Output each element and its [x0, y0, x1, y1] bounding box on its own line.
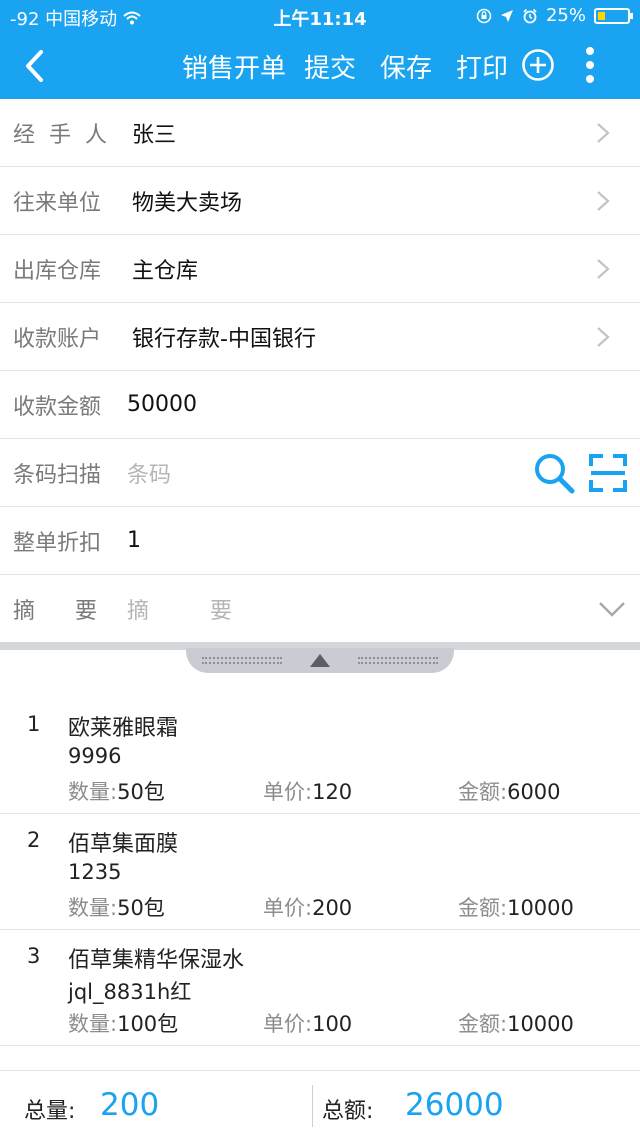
warehouse-value: 主仓库: [132, 258, 199, 284]
back-arrow-icon: [26, 50, 43, 82]
barcode-row: 条码扫描 条码: [0, 439, 640, 507]
total-amount-value: 26000: [405, 1087, 504, 1123]
summary-row[interactable]: 摘要 摘 要: [0, 575, 640, 643]
add-circle-icon[interactable]: [521, 48, 555, 82]
account-value: 银行存款-中国银行: [132, 326, 316, 352]
item-name: 佰草集精华保湿水: [68, 948, 245, 973]
page-title: 销售开单: [182, 54, 287, 84]
grip-left: [202, 657, 282, 664]
scan-barcode-icon[interactable]: [589, 453, 627, 492]
chevron-right-icon: [597, 326, 610, 347]
partner-row[interactable]: 往来单位 物美大卖场: [0, 167, 640, 235]
collapse-handle[interactable]: [186, 648, 454, 673]
item-number: 3: [27, 944, 41, 968]
total-amount-label: 总额:: [322, 1099, 374, 1124]
app-header: -92 中国移动 上午11:14 25% 销售开单 提交 保存 打印: [0, 0, 640, 99]
barcode-input[interactable]: 条码: [127, 457, 171, 489]
chevron-right-icon: [597, 122, 610, 143]
account-label: 收款账户: [13, 326, 102, 352]
amount-label: 收款金额: [13, 394, 102, 420]
item-price: 单价:100: [263, 1012, 353, 1036]
save-button[interactable]: 保存: [380, 48, 432, 85]
location-icon: [500, 9, 513, 22]
partner-label: 往来单位: [13, 190, 102, 216]
item-price: 单价:120: [263, 780, 353, 804]
back-button[interactable]: [14, 46, 54, 86]
amount-input[interactable]: 50000: [127, 392, 197, 417]
item-price: 单价:200: [263, 896, 353, 920]
item-quantity: 数量:100包: [68, 1012, 179, 1036]
lock-rotation-icon: [476, 8, 492, 23]
handler-row[interactable]: 经手人 张三: [0, 99, 640, 167]
summary-label: 摘要: [13, 599, 138, 624]
item-code: 9996: [68, 744, 122, 768]
barcode-label: 条码扫描: [13, 462, 102, 488]
total-quantity-label: 总量:: [24, 1099, 76, 1124]
chevron-right-icon: [597, 190, 610, 211]
total-quantity-value: 200: [100, 1087, 160, 1123]
nav-actions: 提交 保存 打印: [304, 48, 508, 85]
more-vertical-icon[interactable]: [578, 44, 602, 86]
print-button[interactable]: 打印: [456, 48, 508, 85]
submit-button[interactable]: 提交: [304, 48, 356, 85]
nav-bar: 销售开单 提交 保存 打印: [0, 32, 640, 99]
item-amount: 金额:10000: [458, 896, 574, 920]
status-bar: -92 中国移动 上午11:14 25%: [0, 0, 640, 32]
grip-right: [358, 657, 438, 664]
search-icon[interactable]: [533, 452, 575, 494]
summary-input[interactable]: 摘 要: [127, 593, 242, 625]
account-row[interactable]: 收款账户 银行存款-中国银行: [0, 303, 640, 371]
status-right: 25%: [476, 5, 633, 26]
chevron-right-icon: [597, 258, 610, 279]
item-code: 1235: [68, 860, 122, 884]
list-item[interactable]: 1 欧莱雅眼霜 9996 数量:50包 单价:120 金额:6000: [0, 698, 640, 814]
item-name: 欧莱雅眼霜: [68, 716, 179, 741]
battery-percent: 25%: [545, 5, 586, 26]
partner-value: 物美大卖场: [132, 190, 243, 216]
item-code: jql_8831h红: [68, 980, 192, 1004]
battery-icon: [594, 7, 633, 24]
alarm-icon: [523, 8, 537, 23]
warehouse-row[interactable]: 出库仓库 主仓库: [0, 235, 640, 303]
item-amount: 金额:6000: [458, 780, 561, 804]
item-quantity: 数量:50包: [68, 780, 165, 804]
item-amount: 金额:10000: [458, 1012, 574, 1036]
totals-bar: 总量: 200 总额: 26000: [0, 1070, 640, 1138]
footer-divider: [312, 1085, 313, 1127]
handler-label: 经手人: [13, 122, 122, 148]
caret-up-icon: [310, 654, 330, 667]
item-name: 佰草集面膜: [68, 832, 179, 857]
list-item[interactable]: 3 佰草集精华保湿水 jql_8831h红 数量:100包 单价:100 金额:…: [0, 930, 640, 1046]
amount-row: 收款金额 50000: [0, 371, 640, 439]
chevron-down-icon[interactable]: [598, 601, 626, 617]
warehouse-label: 出库仓库: [13, 258, 102, 284]
battery-fill: [598, 11, 605, 20]
discount-label: 整单折扣: [13, 530, 102, 556]
item-number: 1: [27, 712, 41, 736]
handler-value: 张三: [132, 122, 177, 148]
discount-input[interactable]: 1: [127, 528, 141, 553]
list-item[interactable]: 2 佰草集面膜 1235 数量:50包 单价:200 金额:10000: [0, 814, 640, 930]
item-number: 2: [27, 828, 41, 852]
discount-row: 整单折扣 1: [0, 507, 640, 575]
item-quantity: 数量:50包: [68, 896, 165, 920]
